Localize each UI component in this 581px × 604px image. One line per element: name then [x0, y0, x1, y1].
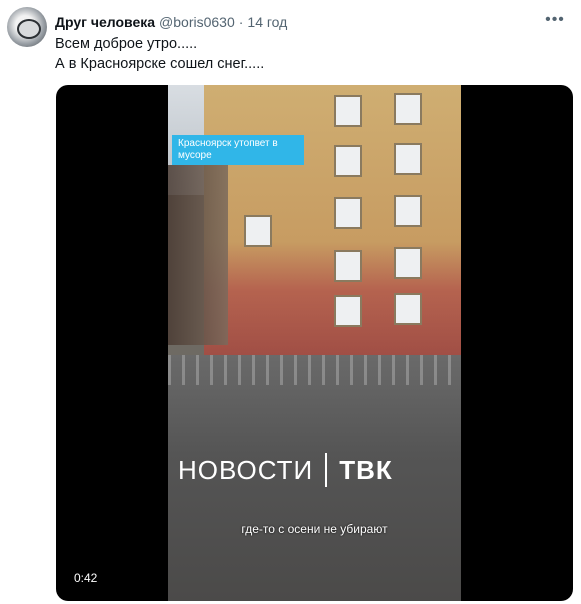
- author-name[interactable]: Друг человека: [55, 14, 155, 30]
- window: [334, 295, 362, 327]
- video-subtitle: где-то с осени не убирают: [241, 522, 388, 536]
- tweet-header: Друг человека @boris0630 · 14 год: [55, 12, 287, 32]
- separator: ·: [238, 14, 244, 30]
- brand-tvk: ТВК: [339, 454, 393, 485]
- tweet-text: Всем доброе утро..... А в Красноярске со…: [55, 34, 264, 74]
- window: [394, 93, 422, 125]
- tree: [168, 165, 228, 345]
- window: [394, 195, 422, 227]
- window: [334, 95, 362, 127]
- window: [334, 145, 362, 177]
- tweet-time[interactable]: 14 год: [247, 14, 287, 30]
- more-icon[interactable]: •••: [541, 10, 569, 30]
- video-caption-box: Красноярск утопвет в мусоре: [172, 135, 304, 165]
- news-brand: НОВОСТИ ТВК: [178, 452, 458, 488]
- window: [244, 215, 272, 247]
- video-frame[interactable]: Красноярск утопвет в мусоре НОВОСТИ ТВК …: [168, 85, 461, 601]
- video-duration: 0:42: [68, 569, 104, 587]
- video-player[interactable]: Красноярск утопвет в мусоре НОВОСТИ ТВК …: [56, 85, 573, 601]
- window: [394, 143, 422, 175]
- avatar-image: [17, 19, 41, 39]
- avatar[interactable]: [7, 7, 47, 47]
- author-handle[interactable]: @boris0630: [159, 14, 235, 30]
- brand-divider: [325, 453, 328, 487]
- debris: [168, 355, 461, 385]
- window: [394, 293, 422, 325]
- window: [334, 250, 362, 282]
- brand-novosti: НОВОСТИ: [178, 454, 314, 485]
- window: [334, 197, 362, 229]
- tweet-text-line: А в Красноярске сошел снег.....: [55, 56, 265, 72]
- tweet-text-line: Всем доброе утро.....: [55, 36, 198, 52]
- window: [394, 247, 422, 279]
- building: [204, 85, 461, 370]
